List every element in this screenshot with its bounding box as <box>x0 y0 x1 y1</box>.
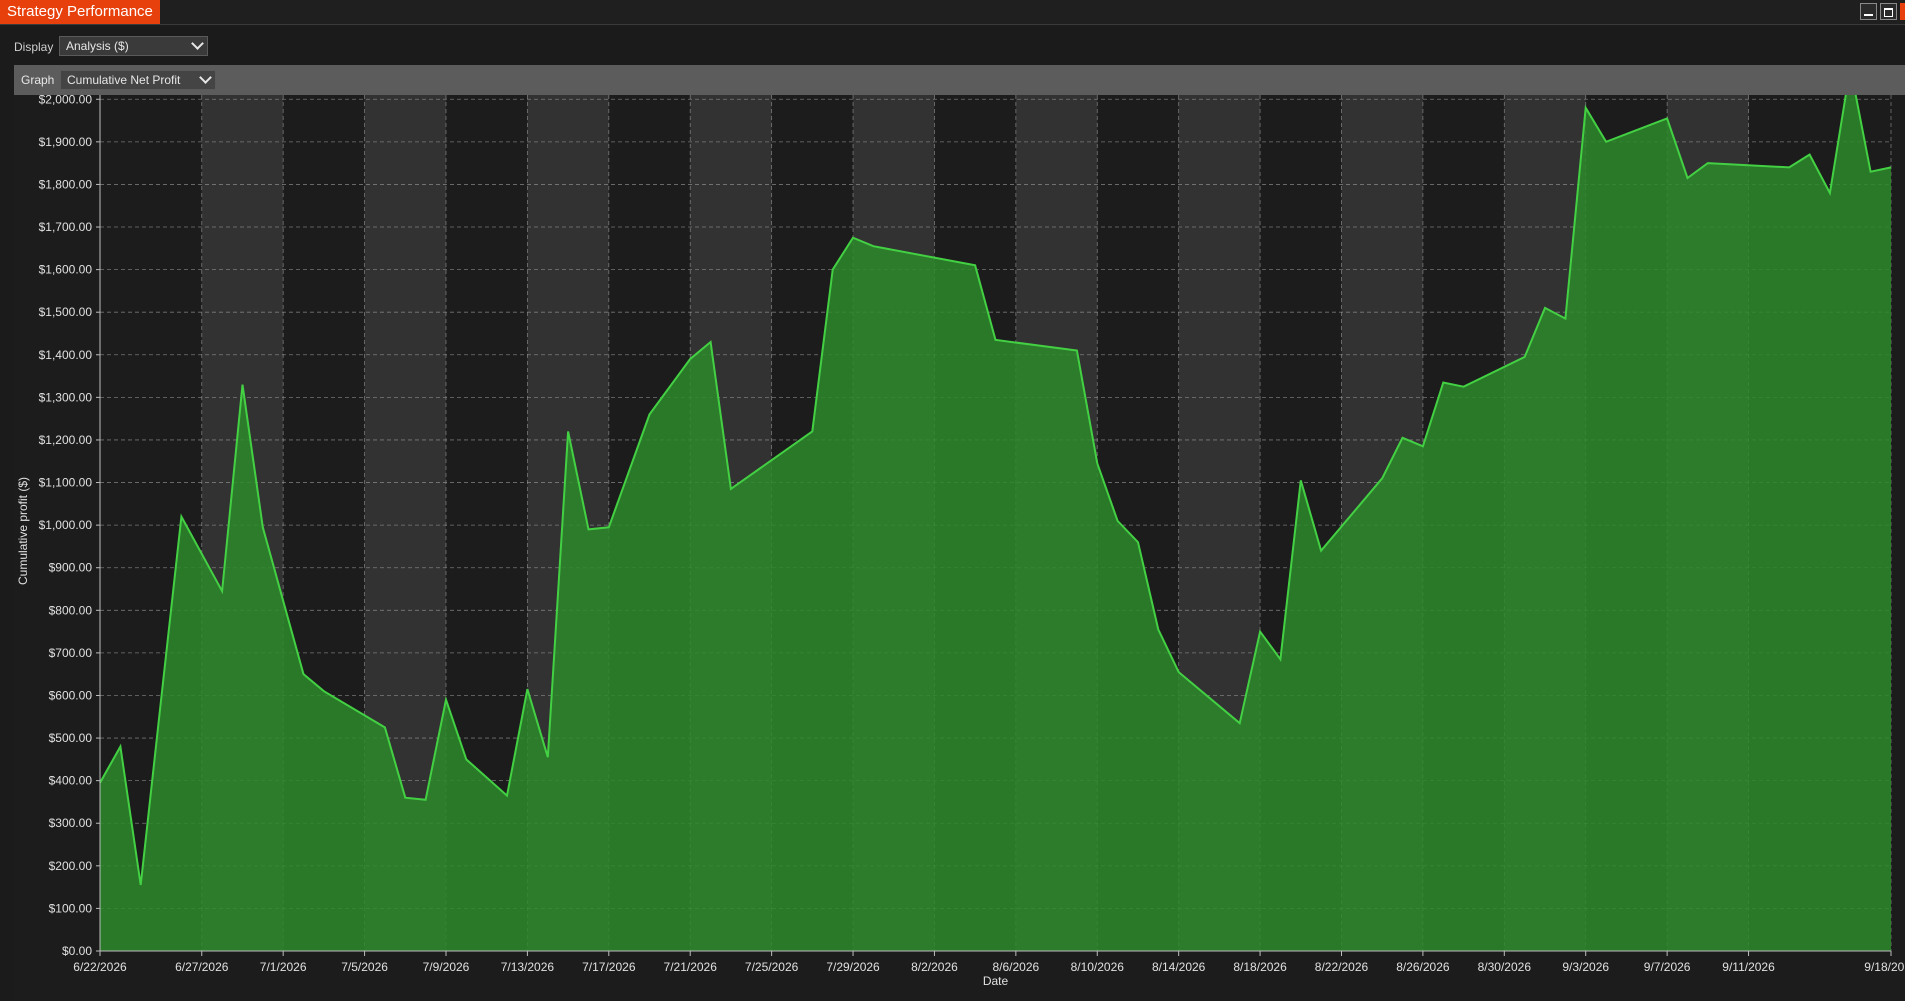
x-tick-label: 7/17/2026 <box>582 960 636 974</box>
x-axis-title: Date <box>983 974 1009 988</box>
window-title: Strategy Performance <box>0 0 160 24</box>
display-select-value: Analysis ($) <box>66 39 129 53</box>
y-tick-label: $300.00 <box>49 816 93 830</box>
x-tick-label: 9/3/2026 <box>1562 960 1609 974</box>
close-icon[interactable] <box>1900 3 1905 20</box>
y-tick-label: $1,600.00 <box>39 263 93 277</box>
graph-label: Graph <box>21 73 55 87</box>
x-axis-ticks: 6/22/2026 6/27/2026 7/1/2026 7/5/2026 7/9/20… <box>73 951 1905 974</box>
display-toolbar: Display Analysis ($) <box>0 31 1905 61</box>
y-axis-title: Cumulative profit ($) <box>16 477 30 585</box>
chart-panel: $0.00 $100.00 $200.00 $300.00 $400.00 $500.00… <box>14 95 1905 1001</box>
x-tick-label: 8/10/2026 <box>1071 960 1125 974</box>
y-tick-label: $700.00 <box>49 646 93 660</box>
x-tick-label: 8/14/2026 <box>1152 960 1206 974</box>
x-tick-label: 9/11/2026 <box>1722 960 1775 974</box>
x-tick-label: 7/25/2026 <box>745 960 799 974</box>
window-title-bar: Strategy Performance <box>0 0 1905 25</box>
x-tick-label: 7/5/2026 <box>341 960 388 974</box>
graph-select[interactable]: Cumulative Net Profit <box>60 70 216 90</box>
y-tick-label: $200.00 <box>49 859 93 873</box>
y-tick-label: $1,300.00 <box>39 390 93 404</box>
y-axis-ticks: $0.00 $100.00 $200.00 $300.00 $400.00 $500.00… <box>39 95 100 958</box>
y-tick-label: $1,800.00 <box>39 177 93 191</box>
chevron-down-icon <box>199 71 212 84</box>
y-tick-label: $600.00 <box>49 688 93 702</box>
x-tick-label: 8/22/2026 <box>1315 960 1369 974</box>
y-tick-label: $500.00 <box>49 731 93 745</box>
y-tick-label: $400.00 <box>49 774 93 788</box>
graph-select-value: Cumulative Net Profit <box>67 73 181 87</box>
y-tick-label: $2,000.00 <box>39 95 93 106</box>
x-tick-label: 8/26/2026 <box>1396 960 1450 974</box>
x-tick-label: 8/18/2026 <box>1233 960 1287 974</box>
y-tick-label: $1,200.00 <box>39 433 93 447</box>
y-tick-label: $1,700.00 <box>39 220 93 234</box>
x-tick-label: 6/27/2026 <box>175 960 229 974</box>
restore-icon[interactable] <box>1880 3 1897 20</box>
y-tick-label: $1,100.00 <box>39 476 93 490</box>
y-tick-label: $100.00 <box>49 901 93 915</box>
x-tick-label: 7/29/2026 <box>826 960 880 974</box>
y-tick-label: $1,400.00 <box>39 348 93 362</box>
graph-toolbar: Graph Cumulative Net Profit <box>14 65 1905 95</box>
x-tick-label: 9/18/2026 <box>1864 960 1905 974</box>
y-tick-label: $1,900.00 <box>39 135 93 149</box>
x-tick-label: 7/13/2026 <box>501 960 555 974</box>
y-tick-label: $1,000.00 <box>39 518 93 532</box>
x-tick-label: 9/7/2026 <box>1644 960 1691 974</box>
display-select[interactable]: Analysis ($) <box>59 36 208 56</box>
y-tick-label: $900.00 <box>49 561 93 575</box>
display-label: Display <box>14 40 54 54</box>
chevron-down-icon <box>191 37 204 50</box>
x-tick-label: 7/1/2026 <box>260 960 307 974</box>
x-tick-label: 8/6/2026 <box>992 960 1039 974</box>
x-tick-label: 7/21/2026 <box>664 960 718 974</box>
cumulative-profit-chart[interactable]: $0.00 $100.00 $200.00 $300.00 $400.00 $500.00… <box>14 95 1905 1001</box>
minimize-icon[interactable] <box>1860 3 1877 20</box>
x-tick-label: 8/2/2026 <box>911 960 958 974</box>
x-tick-label: 7/9/2026 <box>423 960 470 974</box>
y-tick-label: $0.00 <box>62 944 92 958</box>
y-tick-label: $1,500.00 <box>39 305 93 319</box>
y-tick-label: $800.00 <box>49 603 93 617</box>
x-tick-label: 8/30/2026 <box>1478 960 1532 974</box>
x-tick-label: 6/22/2026 <box>73 960 127 974</box>
